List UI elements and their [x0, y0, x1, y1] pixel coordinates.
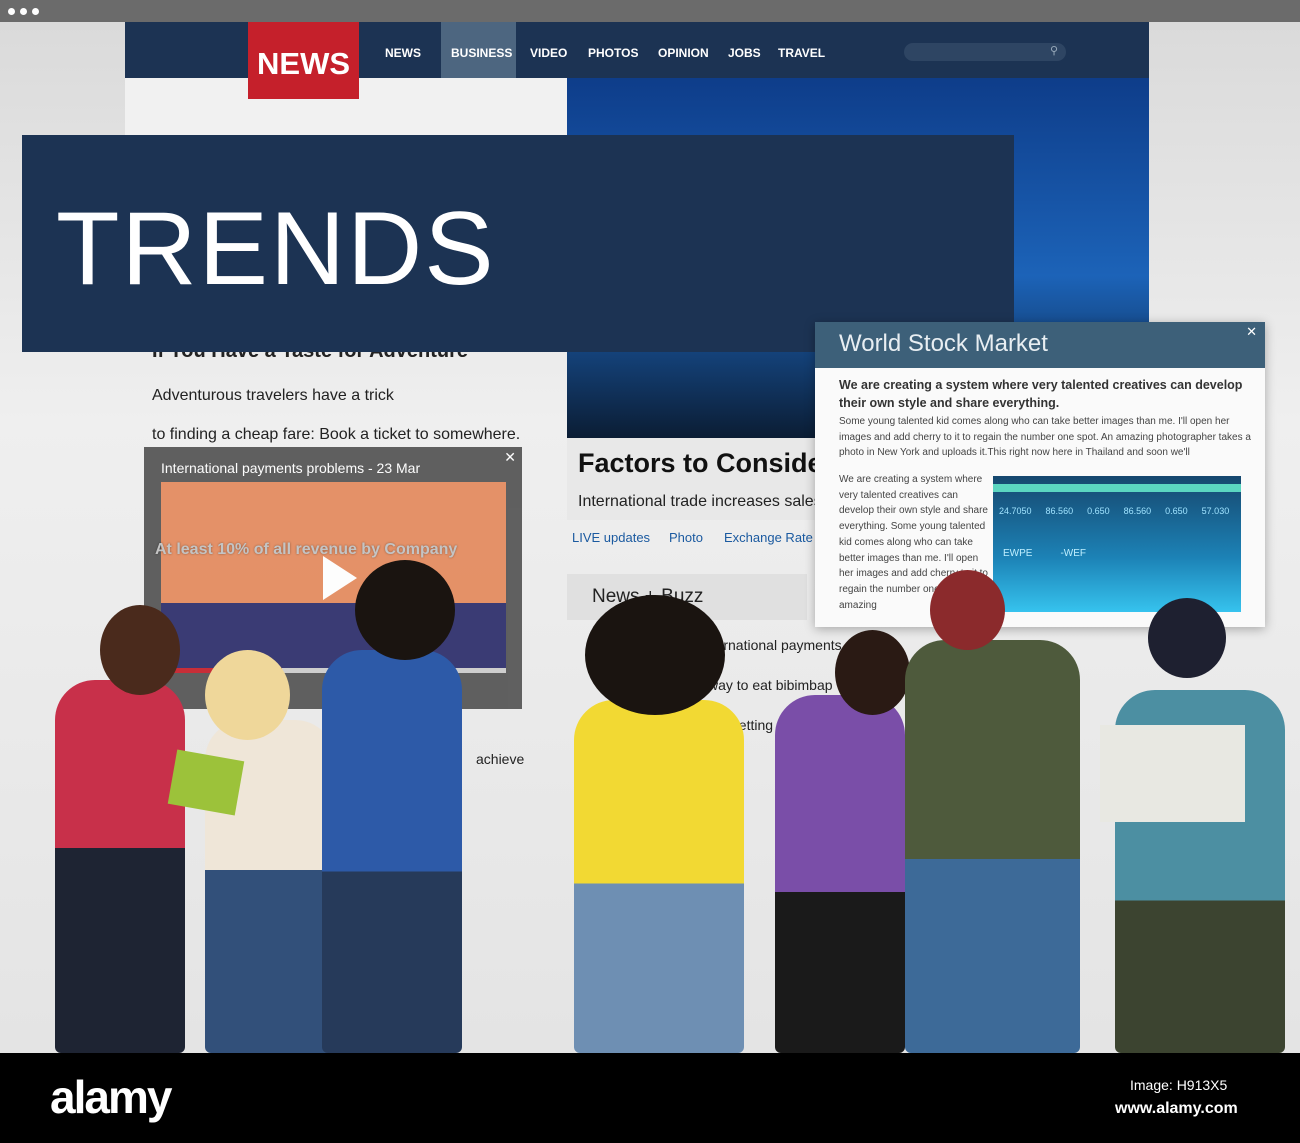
person-yellow-cardigan: [574, 700, 744, 1053]
article-line: Adventurous travelers have a trick: [152, 387, 394, 404]
stock-market-popup: World Stock Market ✕ We are creating a s…: [815, 322, 1265, 627]
link-live-updates[interactable]: LIVE updates: [572, 530, 650, 545]
alamy-logo: alamy: [50, 1071, 172, 1123]
person-head: [355, 560, 455, 660]
nav-news[interactable]: NEWS: [385, 46, 421, 60]
tablet: [167, 749, 245, 816]
trends-banner: TRENDS: [22, 135, 1014, 352]
site-url: www.alamy.com: [1115, 1100, 1238, 1117]
nav-opinion[interactable]: OPINION: [658, 46, 709, 60]
nav-travel[interactable]: TRAVEL: [778, 46, 825, 60]
person-green-jacket: [905, 640, 1080, 1053]
image-id: Image: H913X5: [1130, 1077, 1228, 1093]
article-line: to finding a cheap fare: Book a ticket t…: [152, 426, 521, 443]
stock-label: -WEF: [1060, 548, 1086, 559]
window-dot: [32, 8, 39, 15]
turban: [1148, 598, 1226, 678]
person-head: [205, 650, 290, 740]
person-plaid-purple: [775, 695, 905, 1053]
cap: [930, 570, 1005, 650]
news-item[interactable]: way to eat bibimbap: [708, 677, 833, 693]
stock-value: 57.030: [1201, 506, 1230, 516]
article-line: achieve: [476, 751, 525, 767]
video-thumbnail[interactable]: [161, 482, 506, 668]
search-input[interactable]: ⚲: [904, 43, 1066, 61]
popup-header: World Stock Market: [815, 322, 1265, 368]
close-icon[interactable]: ✕: [1246, 324, 1257, 340]
nav-jobs[interactable]: JOBS: [728, 46, 761, 60]
close-icon[interactable]: ✕: [504, 449, 516, 466]
stock-value: 86.560: [1123, 506, 1152, 516]
nav-business[interactable]: BUSINESS: [451, 46, 512, 60]
trends-title: TRENDS: [56, 191, 496, 307]
person-head: [835, 630, 910, 715]
browser-bar: [0, 0, 1300, 22]
popup-title: World Stock Market: [839, 330, 1048, 357]
stock-value: 0.650: [1087, 506, 1110, 516]
video-title: International payments problems - 23 Mar: [161, 460, 421, 476]
nav-video[interactable]: VIDEO: [530, 46, 567, 60]
link-photo[interactable]: Photo: [669, 530, 703, 545]
person-red-shirt: [55, 680, 185, 1053]
window-dot: [8, 8, 15, 15]
stock-value: 24.7050: [999, 506, 1032, 516]
nav-photos[interactable]: PHOTOS: [588, 46, 638, 60]
play-icon[interactable]: [323, 556, 357, 600]
popup-paragraph: Some young talented kid comes along who …: [839, 416, 1251, 458]
article-faint-text: At least 10% of all revenue by Company: [155, 541, 458, 558]
person-plaid-shirt: [322, 650, 462, 1053]
stock-label: EWPE: [1003, 548, 1033, 559]
search-icon[interactable]: ⚲: [1050, 44, 1058, 57]
laptop: [1100, 725, 1245, 822]
popup-lead: We are creating a system where very tale…: [839, 378, 1243, 410]
news-logo[interactable]: NEWS: [248, 22, 359, 99]
link-exchange-rate[interactable]: Exchange Rate: [724, 530, 813, 545]
stock-value: 86.560: [1045, 506, 1074, 516]
footer: [0, 1053, 1300, 1143]
window-dot: [20, 8, 27, 15]
feature-card[interactable]: Factors to Consider Before Going Global …: [567, 438, 1103, 520]
person-head: [100, 605, 180, 695]
feature-subtitle: International trade increases sales: [578, 493, 822, 510]
stock-ticker-image: 24.7050 86.560 0.650 86.560 0.650 57.030…: [993, 476, 1241, 612]
person-head: [585, 595, 725, 715]
stock-value: 0.650: [1165, 506, 1188, 516]
